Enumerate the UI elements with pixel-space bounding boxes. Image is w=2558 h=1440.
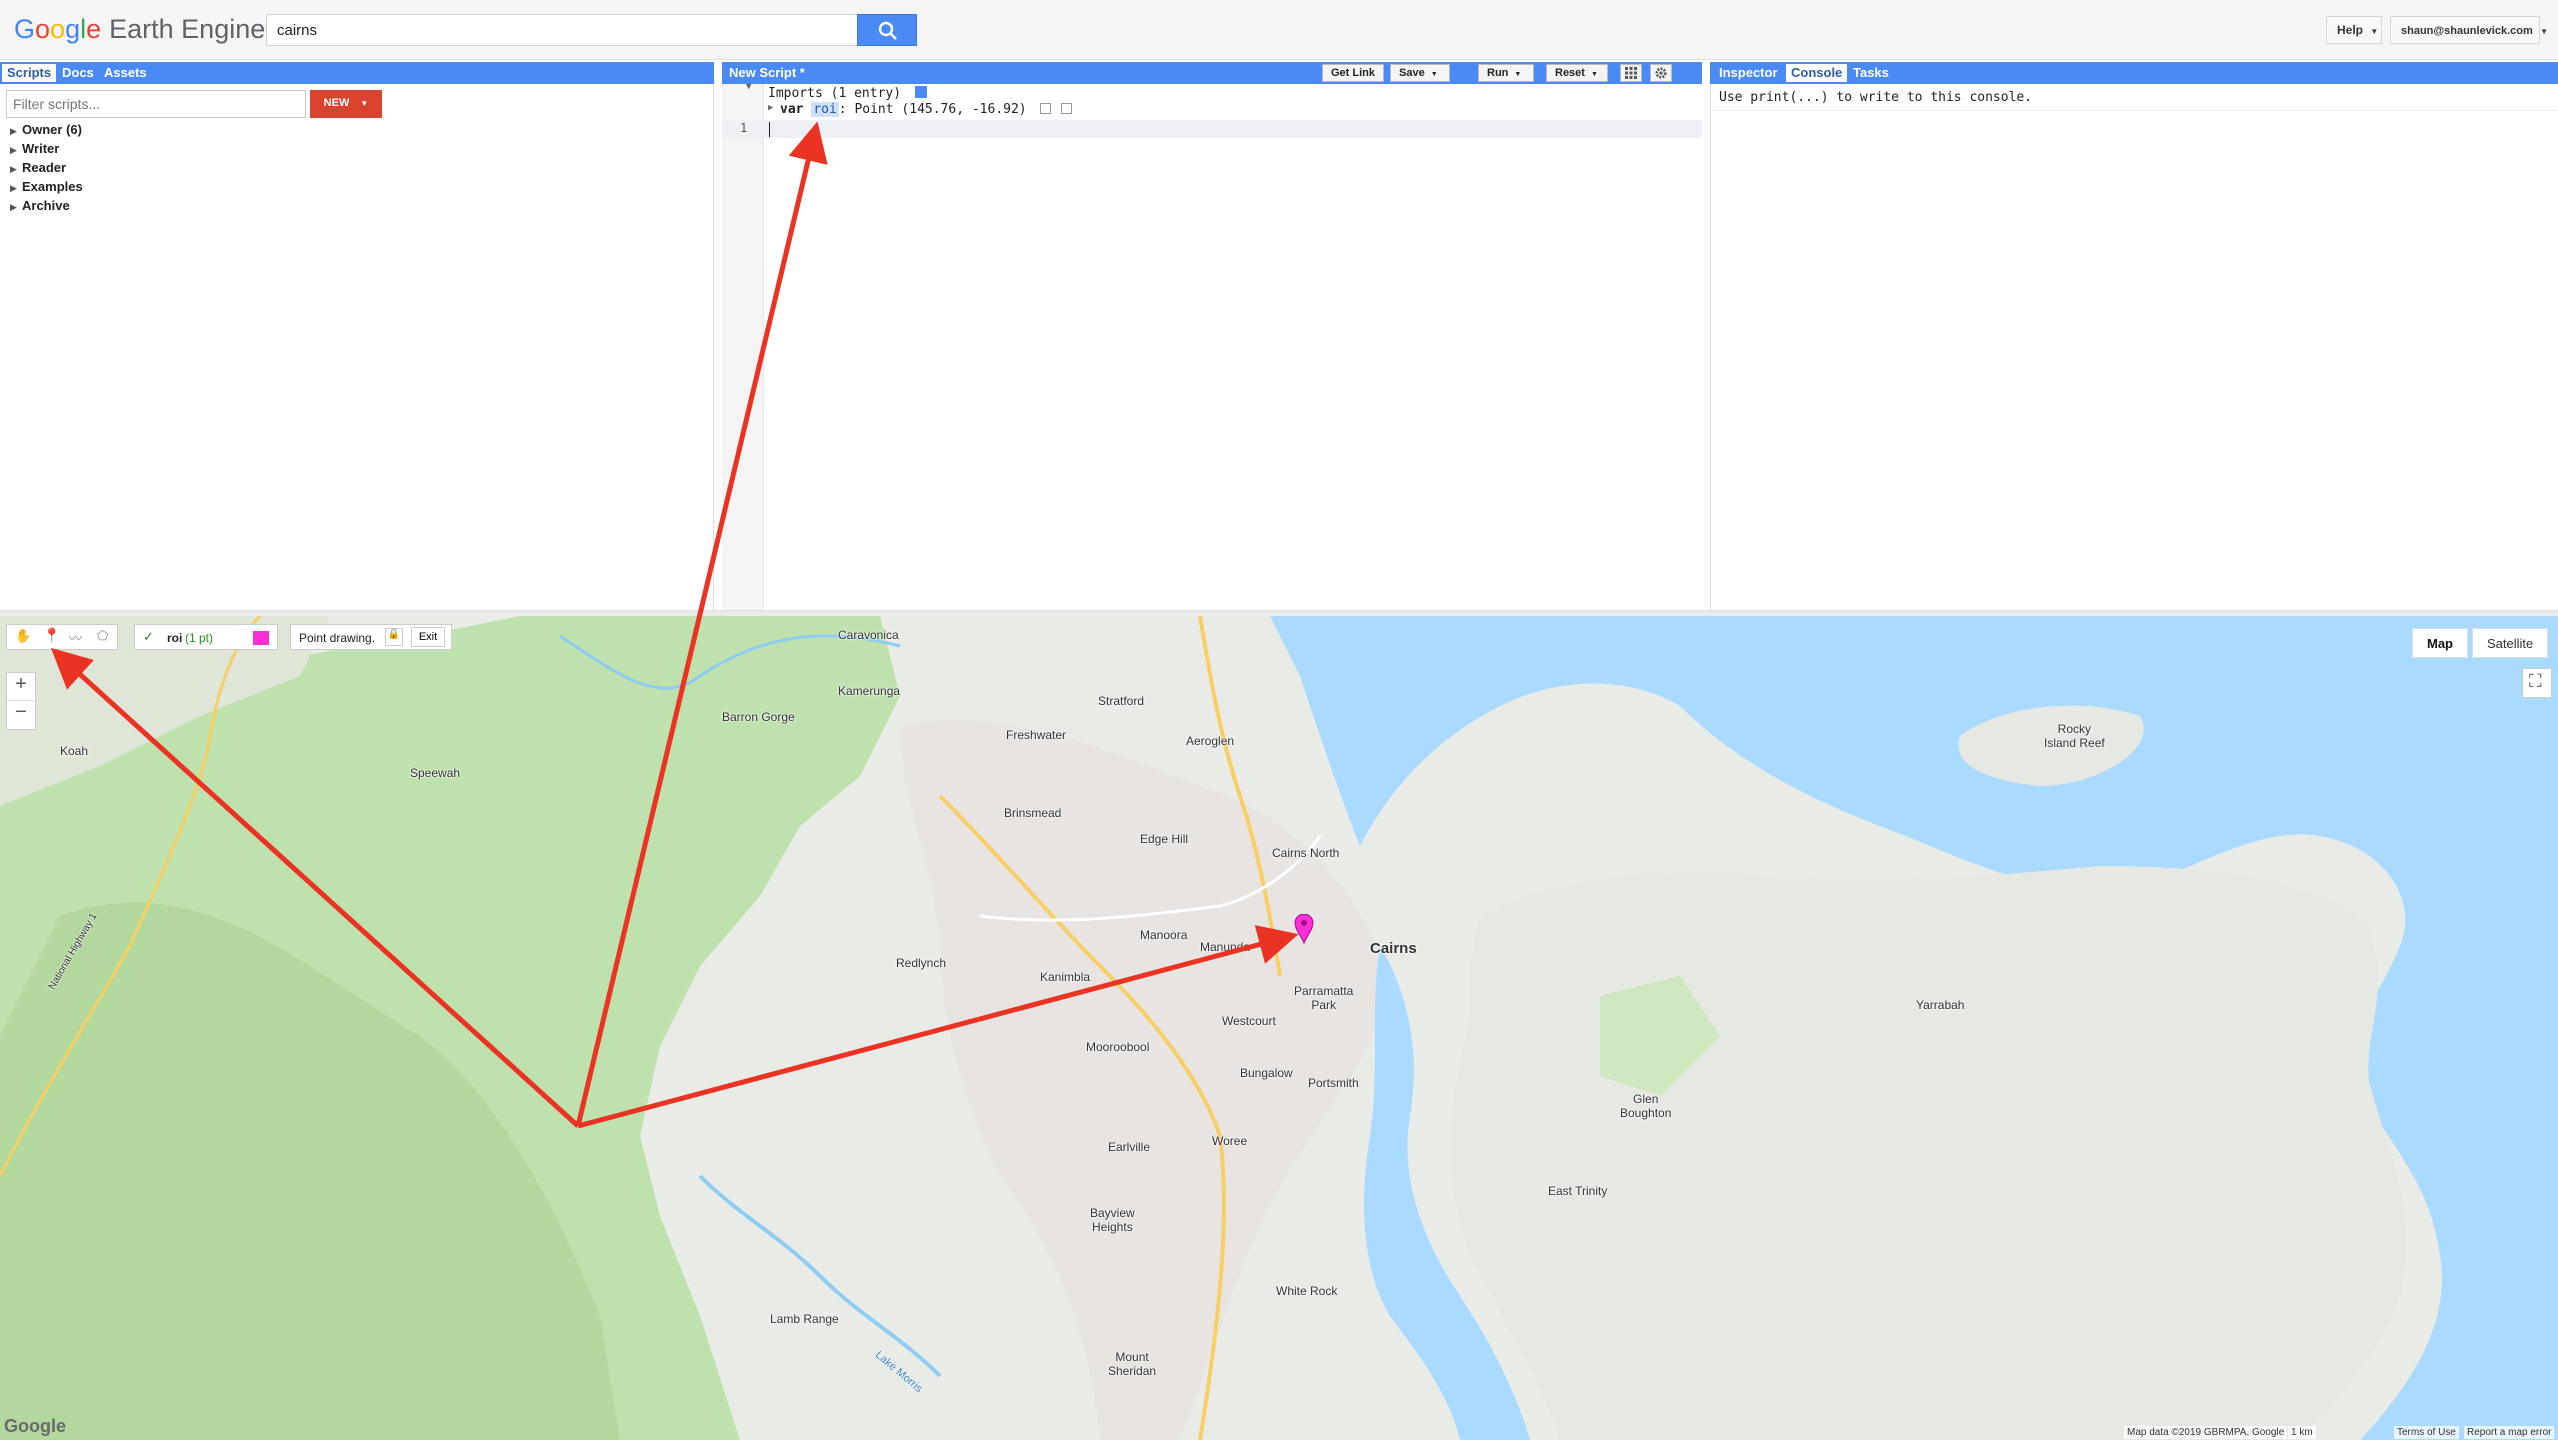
tree-label: Writer (22, 141, 60, 156)
chevron-down-icon: ▼ (2370, 27, 2379, 36)
chevron-down-icon: ▼ (2540, 27, 2549, 36)
logo-letter: o (50, 14, 66, 44)
var-value: : Point (145.76, -16.92) (838, 102, 1027, 117)
top-header: GoogleEarth Engine Help ▼ shaun@shaunlev… (0, 0, 2558, 60)
tree-label: Owner (6) (22, 122, 82, 137)
caret-right-icon: ▶ (10, 126, 17, 136)
console-divider (1711, 110, 2558, 111)
chevron-down-icon: ▼ (1590, 71, 1598, 78)
help-button[interactable]: Help ▼ (2326, 16, 2382, 44)
console-panel: Use print(...) to write to this console. (1710, 84, 2558, 610)
run-button[interactable]: Run ▼ (1478, 64, 1534, 82)
tab-tasks[interactable]: Tasks (1848, 64, 1894, 82)
save-button[interactable]: Save ▼ (1390, 64, 1450, 82)
editor-toolbar: New Script * Get Link Save ▼ Run ▼ Reset ▼ (722, 62, 1702, 84)
imports-label: Imports (1 entry) (768, 86, 902, 101)
gear-icon (1655, 67, 1667, 79)
imports-info-icon[interactable] (914, 86, 927, 98)
chevron-down-icon: ▼ (1514, 71, 1522, 78)
var-name[interactable]: roi (811, 102, 839, 117)
tree-item-examples[interactable]: ▶ Examples (10, 179, 83, 198)
right-panel-tabs: Inspector Console Tasks (1710, 62, 2558, 84)
account-label: shaun@shaunlevick.com (2401, 25, 2533, 37)
tree-item-writer[interactable]: ▶ Writer (10, 141, 83, 160)
apps-grid-button[interactable] (1620, 64, 1642, 82)
new-label: NEW (323, 97, 350, 109)
reset-label: Reset (1555, 67, 1585, 79)
map-canvas[interactable]: ✋ 📍 〰 ⬠ ✓ roi (1 pt) Point drawing. 🔒 Ex… (0, 616, 2558, 1440)
grid-icon (1625, 67, 1637, 79)
editor-gutter (722, 84, 764, 610)
annotation-arrows (50, 647, 1299, 1129)
get-link-button[interactable]: Get Link (1322, 64, 1385, 82)
report-map-error-link[interactable]: Report a map error (2464, 1426, 2555, 1439)
logo-letter: G (14, 14, 36, 44)
logo-letter: e (86, 14, 102, 44)
settings-button[interactable] (1650, 64, 1672, 82)
caret-right-icon: ▶ (10, 145, 17, 155)
code-editor[interactable]: ▼ Imports (1 entry) ▶ var roi: Point (14… (722, 82, 1702, 610)
account-button[interactable]: shaun@shaunlevick.com ▼ (2390, 16, 2548, 44)
scripts-panel: NEW ▼ ▶ Owner (6) ▶ Writer ▶ Reader ▶ Exampl… (0, 84, 714, 610)
tree-item-archive[interactable]: ▶ Archive (10, 198, 83, 217)
logo-letter: o (35, 14, 51, 44)
caret-right-icon: ▶ (10, 164, 17, 174)
save-label: Save (1399, 67, 1425, 79)
script-tree: ▶ Owner (6) ▶ Writer ▶ Reader ▶ Examples ▶ Ar… (10, 122, 83, 217)
logo-product-name: Earth Engine (109, 14, 266, 44)
google-logo: Google (4, 1416, 66, 1436)
caret-right-icon: ▶ (10, 183, 17, 193)
left-panel-tabs: Scripts Docs Assets (0, 62, 714, 84)
search-button[interactable] (857, 14, 917, 46)
caret-right-icon: ▶ (10, 202, 17, 212)
tree-label: Examples (22, 179, 83, 194)
caret-right-icon: ▶ (768, 103, 774, 113)
tab-scripts[interactable]: Scripts (2, 64, 57, 82)
tab-inspector[interactable]: Inspector (1714, 64, 1783, 82)
tab-assets[interactable]: Assets (99, 64, 152, 82)
logo-letter: g (65, 14, 81, 44)
var-keyword: var (780, 102, 804, 117)
console-message: Use print(...) to write to this console. (1719, 90, 2033, 105)
run-label: Run (1487, 67, 1509, 79)
imports-header[interactable]: Imports (1 entry) (768, 86, 927, 101)
terms-link[interactable]: Terms of Use (2394, 1426, 2459, 1439)
reset-button[interactable]: Reset ▼ (1546, 64, 1608, 82)
chevron-down-icon: ▼ (360, 99, 369, 108)
caret-down-icon: ▼ (746, 82, 752, 92)
tree-label: Archive (22, 198, 70, 213)
places-search-input[interactable] (266, 14, 858, 46)
tab-docs[interactable]: Docs (57, 64, 99, 82)
import-roi-row[interactable]: var roi: Point (145.76, -16.92) (780, 102, 1073, 117)
earth-engine-logo[interactable]: Google Earth Engine (14, 14, 265, 45)
tree-item-reader[interactable]: ▶ Reader (10, 160, 83, 179)
scale-bar: 1 km (2288, 1426, 2316, 1439)
text-cursor (769, 122, 770, 137)
new-script-button[interactable]: NEW ▼ (310, 90, 382, 118)
tree-label: Reader (22, 160, 67, 175)
filter-scripts-input[interactable] (6, 90, 306, 118)
map-data-attribution: Map data ©2019 GBRMPA, Google (2124, 1426, 2288, 1439)
script-title: New Script * (729, 65, 805, 80)
earth-engine-app: GoogleEarth Engine Help ▼ shaun@shaunlev… (0, 0, 2558, 1440)
search-icon (878, 21, 897, 40)
chevron-down-icon: ▼ (1430, 71, 1438, 78)
line-number: 1 (740, 121, 748, 135)
current-line-highlight (722, 120, 1702, 138)
tab-console[interactable]: Console (1786, 64, 1848, 82)
edit-icon[interactable] (1040, 103, 1052, 114)
tree-item-owner[interactable]: ▶ Owner (6) (10, 122, 83, 141)
delete-icon[interactable] (1061, 103, 1073, 114)
help-label: Help (2337, 23, 2364, 37)
